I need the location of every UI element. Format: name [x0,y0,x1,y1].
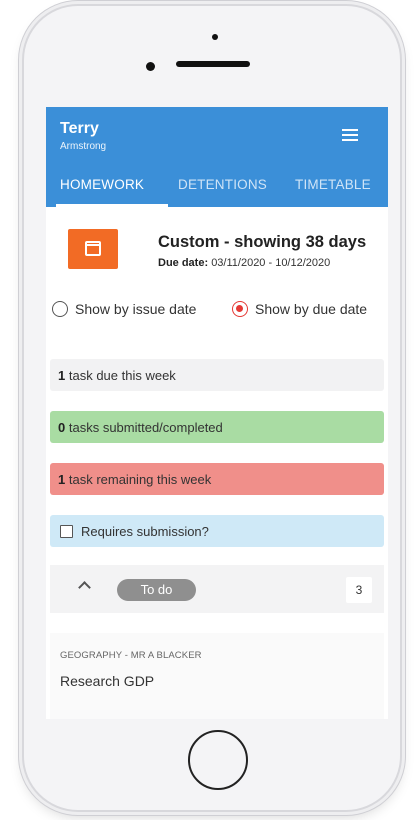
tasks-submitted-text: tasks submitted/completed [68,420,223,435]
show-by-due-date-label: Show by due date [255,301,368,317]
tab-timetable[interactable]: TIMETABLE [295,177,371,192]
task-title: Research GDP [60,673,155,689]
date-range-title: Custom - showing 38 days [158,233,367,251]
show-by-due-date-radio[interactable]: Show by due date [232,301,367,317]
home-button[interactable] [188,730,248,790]
active-tab-indicator [56,204,168,207]
requires-submission-label: Requires submission? [81,523,209,539]
radio-unchecked-icon [52,301,68,317]
user-first-name: Terry [60,120,99,137]
app-screen: Terry Armstrong HOMEWORK DETENTIONS TIME… [46,107,388,719]
tab-homework[interactable]: HOMEWORK [60,177,144,192]
tasks-submitted-count: 0 [58,420,66,435]
date-filter: Custom - showing 38 days Due date: 03/11… [46,225,388,285]
todo-count-badge: 3 [346,577,372,603]
tasks-remaining-count: 1 [58,472,66,487]
tasks-due-summary: 1 task due this week [50,359,384,391]
tab-bar: HOMEWORK DETENTIONS TIMETABLE [46,169,388,207]
due-date-label: Due date: [158,257,209,269]
user-last-name: Armstrong [60,141,107,152]
show-by-issue-date-radio[interactable]: Show by issue date [52,301,196,317]
earpiece-speaker [176,61,250,67]
app-header: Terry Armstrong HOMEWORK DETENTIONS TIME… [46,107,388,207]
tasks-due-text: task due this week [68,368,176,383]
front-sensor [212,34,218,40]
due-date-value: 03/11/2020 - 10/12/2020 [211,257,331,269]
requires-submission-checkbox[interactable] [60,524,73,538]
show-by-issue-date-label: Show by issue date [75,301,197,317]
radio-checked-icon [232,301,248,317]
tasks-due-count: 1 [58,368,66,383]
due-date-range: Due date: 03/11/2020 - 10/12/2020 [158,257,330,269]
chevron-up-icon[interactable] [78,581,91,594]
todo-section-header[interactable]: To do 3 [50,565,384,613]
requires-submission-filter[interactable]: Requires submission? [50,515,384,547]
hamburger-menu-icon[interactable] [342,129,360,143]
task-subject: GEOGRAPHY - MR A BLACKER [60,650,202,661]
calendar-icon [85,241,101,256]
sort-options: Show by issue date Show by due date [46,301,388,325]
tasks-remaining-summary: 1 task remaining this week [50,463,384,495]
todo-status-pill: To do [117,579,196,601]
front-camera [146,62,155,71]
tasks-remaining-text: task remaining this week [68,472,212,487]
task-card[interactable]: GEOGRAPHY - MR A BLACKER Research GDP [50,633,384,719]
tab-detentions[interactable]: DETENTIONS [178,177,267,192]
date-range-button[interactable] [68,229,118,269]
tasks-submitted-summary: 0 tasks submitted/completed [50,411,384,443]
